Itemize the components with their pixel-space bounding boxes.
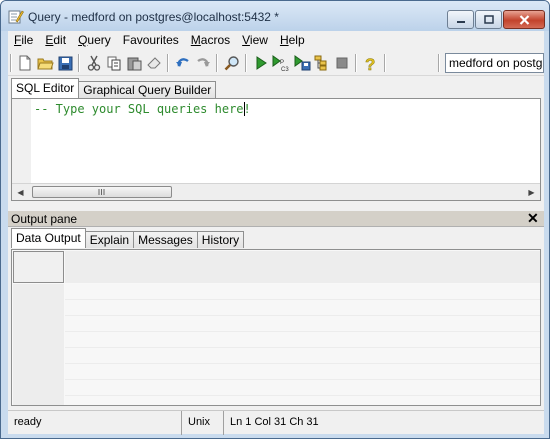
connection-select[interactable]: medford on postgres xyxy=(445,53,544,73)
toolbar-separator xyxy=(245,54,247,72)
explain-button[interactable]: P C3 xyxy=(272,54,290,72)
svg-text:?: ? xyxy=(365,55,375,72)
save-button[interactable] xyxy=(56,54,74,72)
editor-horizontal-scrollbar[interactable]: ◀ ▶ xyxy=(12,183,540,200)
clear-button[interactable] xyxy=(145,54,163,72)
find-button[interactable] xyxy=(223,54,241,72)
toolbar-separator xyxy=(384,54,386,72)
execute-icon xyxy=(256,56,267,70)
cancel-query-button[interactable] xyxy=(333,54,351,72)
grid-row-header-area xyxy=(13,284,64,405)
tab-history[interactable]: History xyxy=(196,231,245,248)
redo-icon xyxy=(197,58,210,67)
scrollbar-thumb[interactable] xyxy=(32,186,172,198)
window-title: Query - medford on postgres@localhost:54… xyxy=(28,10,279,24)
execute-button[interactable] xyxy=(252,54,270,72)
redo-button[interactable] xyxy=(194,54,212,72)
toolbar-separator xyxy=(78,54,80,72)
close-button[interactable] xyxy=(503,10,545,29)
editor-gutter xyxy=(12,99,31,183)
tab-data-output[interactable]: Data Output xyxy=(11,228,86,248)
paste-icon xyxy=(127,57,141,70)
copy-icon xyxy=(107,56,120,70)
undo-icon xyxy=(176,58,189,67)
menu-help[interactable]: Help xyxy=(274,31,311,50)
explain-analyze-button[interactable] xyxy=(313,54,331,72)
data-output-grid[interactable] xyxy=(11,249,541,406)
output-tabs: Data Output Explain Messages History xyxy=(11,228,245,248)
sql-editor[interactable]: -- Type your SQL queries here! ◀ ▶ xyxy=(11,98,541,201)
help-button[interactable]: ? xyxy=(362,54,380,72)
find-icon xyxy=(224,56,239,71)
sql-comment-line[interactable]: -- Type your SQL queries here! xyxy=(34,102,251,116)
paste-button[interactable] xyxy=(125,54,143,72)
tab-sql-editor[interactable]: SQL Editor xyxy=(11,78,80,98)
svg-text:C3: C3 xyxy=(281,67,289,72)
grid-corner-cell[interactable] xyxy=(13,251,64,283)
menu-bar: File Edit Query Favourites Macros View H… xyxy=(8,31,544,50)
new-file-button[interactable] xyxy=(16,54,34,72)
output-pane-title: Output pane xyxy=(11,212,78,226)
new-file-icon xyxy=(19,55,31,71)
explain-icon: PC3 xyxy=(272,54,289,72)
sql-editor-panel: SQL Editor Graphical Query Builder -- Ty… xyxy=(8,77,544,207)
maximize-icon xyxy=(483,15,494,24)
menu-macros[interactable]: Macros xyxy=(185,31,236,50)
scroll-left-icon[interactable]: ◀ xyxy=(13,185,28,200)
output-pane-header: Output pane ✕ xyxy=(8,210,544,227)
status-cursor-position: Ln 1 Col 31 Ch 31 xyxy=(230,416,319,428)
output-close-button[interactable]: ✕ xyxy=(527,210,539,227)
toolbar-separator xyxy=(216,54,218,72)
execute-to-file-button[interactable] xyxy=(293,54,311,72)
menu-favourites[interactable]: Favourites xyxy=(117,31,185,50)
cut-icon xyxy=(87,55,101,71)
client-area: File Edit Query Favourites Macros View H… xyxy=(8,31,544,435)
copy-button[interactable] xyxy=(105,54,123,72)
status-state: ready xyxy=(8,411,182,435)
svg-text:P: P xyxy=(280,60,284,66)
output-pane: Data Output Explain Messages History xyxy=(8,227,544,408)
undo-button[interactable] xyxy=(174,54,192,72)
menu-file[interactable]: File xyxy=(8,31,39,50)
text-caret xyxy=(244,102,245,116)
minimize-icon xyxy=(456,20,465,23)
menu-view[interactable]: View xyxy=(236,31,274,50)
open-folder-icon xyxy=(36,58,54,69)
grip-icon xyxy=(98,189,105,195)
toolbar: PC3 ? medford on postgres xyxy=(8,50,544,76)
grid-column-header-area xyxy=(65,251,540,283)
open-file-button[interactable] xyxy=(36,54,54,72)
cut-button[interactable] xyxy=(85,54,103,72)
help-icon: ? xyxy=(365,55,376,72)
query-window: Query - medford on postgres@localhost:54… xyxy=(0,0,550,439)
menu-query[interactable]: Query xyxy=(72,31,117,50)
status-bar: ready Unix Ln 1 Col 31 Ch 31 xyxy=(8,410,544,435)
toolbar-grip xyxy=(10,54,12,72)
editor-tabs: SQL Editor Graphical Query Builder xyxy=(11,78,217,98)
toolbar-separator xyxy=(167,54,169,72)
toolbar-separator xyxy=(355,54,357,72)
status-line-ending: Unix xyxy=(182,411,224,435)
tab-messages[interactable]: Messages xyxy=(133,231,198,248)
menu-edit[interactable]: Edit xyxy=(39,31,72,50)
minimize-button[interactable] xyxy=(447,10,474,29)
explain-analyze-icon xyxy=(314,55,327,71)
scroll-right-icon[interactable]: ▶ xyxy=(524,185,539,200)
tab-graphical-query-builder[interactable]: Graphical Query Builder xyxy=(78,81,217,98)
close-icon xyxy=(519,14,529,25)
query-tool-icon xyxy=(8,10,24,24)
execute-to-file-icon xyxy=(294,55,310,71)
title-bar[interactable]: Query - medford on postgres@localhost:54… xyxy=(1,1,549,31)
grid-body xyxy=(65,284,540,405)
clear-icon xyxy=(147,57,161,69)
toolbar-grip xyxy=(438,54,440,72)
save-icon xyxy=(58,56,72,70)
maximize-button[interactable] xyxy=(475,10,502,29)
cancel-query-icon xyxy=(336,57,348,69)
tab-explain[interactable]: Explain xyxy=(84,231,135,248)
